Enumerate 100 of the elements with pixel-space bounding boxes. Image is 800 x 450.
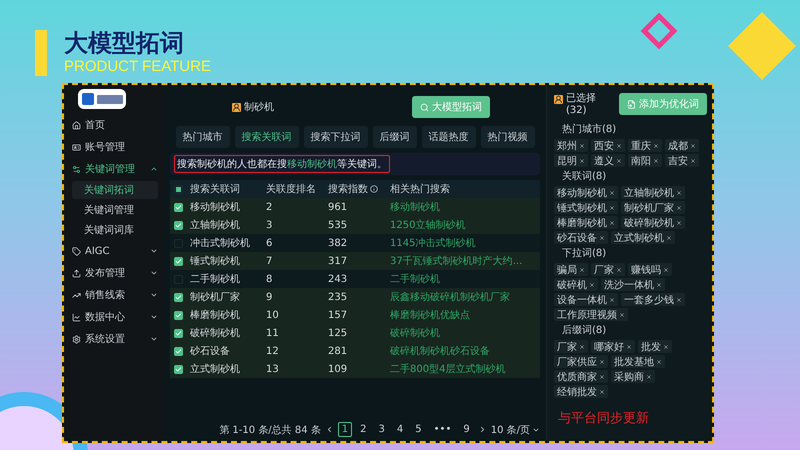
- close-icon[interactable]: [676, 296, 682, 302]
- chevron-down-icon: [150, 313, 158, 321]
- row-checkbox[interactable]: [174, 292, 183, 302]
- page-button[interactable]: 5: [411, 422, 426, 437]
- close-icon[interactable]: [663, 266, 669, 272]
- row-checkbox[interactable]: [174, 256, 183, 266]
- close-icon[interactable]: [579, 266, 585, 272]
- keyword-tag: 设备一体机: [554, 293, 618, 306]
- sidebar-item[interactable]: 关键词管理: [72, 159, 158, 179]
- close-icon[interactable]: [690, 158, 696, 164]
- keyword-tag: 砂石设备: [554, 231, 608, 244]
- page-button[interactable]: 4: [392, 422, 408, 437]
- close-icon[interactable]: [609, 204, 615, 210]
- sidebar-item[interactable]: 账号管理: [72, 137, 158, 157]
- row-checkbox[interactable]: [174, 328, 183, 338]
- diamond-outline: [640, 12, 678, 50]
- row-checkbox[interactable]: [174, 310, 183, 320]
- close-icon[interactable]: [690, 142, 696, 148]
- close-icon[interactable]: [653, 158, 659, 164]
- close-icon[interactable]: [616, 158, 622, 164]
- keyword-tag: 制砂机厂家: [621, 201, 685, 214]
- close-icon[interactable]: [579, 158, 585, 164]
- chevron-up-icon: [150, 165, 158, 173]
- sidebar-item[interactable]: 发布管理: [72, 263, 158, 283]
- close-icon[interactable]: [653, 142, 659, 148]
- sidebar-item[interactable]: 系统设置: [72, 329, 158, 349]
- row-checkbox[interactable]: [174, 202, 183, 212]
- page-button[interactable]: 3: [374, 422, 389, 437]
- page-size-select[interactable]: 10 条/页: [490, 422, 540, 436]
- keyword-tag: 破碎制砂机: [621, 216, 685, 229]
- close-icon[interactable]: [619, 312, 625, 318]
- close-icon[interactable]: [616, 266, 622, 272]
- tab[interactable]: 搜索下拉词: [304, 126, 368, 148]
- keyword-label: 制砂机: [232, 100, 274, 114]
- table-cell-text: 961: [328, 202, 348, 212]
- close-icon[interactable]: [579, 142, 585, 148]
- group-title: 关联词(8): [561, 170, 608, 183]
- sidebar-subitem[interactable]: 关键词管理: [72, 201, 158, 219]
- column-header: 搜索关联词: [190, 182, 241, 196]
- table-cell-text: 制砂机厂家: [190, 290, 241, 304]
- close-icon[interactable]: [599, 374, 605, 380]
- pagination-summary: 第 1-10 条/总共 84 条: [219, 424, 321, 436]
- page-button[interactable]: •••: [430, 422, 456, 437]
- keyword-tag: 厂家: [554, 340, 588, 353]
- close-icon[interactable]: [626, 344, 632, 350]
- keyword-tag: 批发: [638, 340, 672, 353]
- close-icon[interactable]: [616, 142, 622, 148]
- table-cell-text: 砂石设备: [190, 344, 231, 358]
- sidebar-item[interactable]: 首页: [72, 115, 158, 135]
- close-icon[interactable]: [609, 296, 615, 302]
- close-icon[interactable]: [579, 344, 585, 350]
- table-cell-text: 3: [266, 220, 274, 230]
- close-icon[interactable]: [663, 344, 669, 350]
- close-icon[interactable]: [676, 190, 682, 196]
- close-icon[interactable]: [609, 220, 615, 226]
- close-icon[interactable]: [656, 282, 662, 288]
- close-icon[interactable]: [609, 190, 615, 196]
- sidebar-item[interactable]: 数据中心: [72, 307, 158, 327]
- selection-title: 已选择: [554, 93, 596, 105]
- table-cell-text: 13: [266, 364, 280, 374]
- sidebar-item[interactable]: AIGC: [72, 241, 158, 261]
- close-icon[interactable]: [599, 388, 605, 394]
- trend-icon: [72, 290, 81, 300]
- table-cell-text: 辰鑫移动破碎机制砂机厂家: [390, 290, 511, 304]
- keyword-tag: 郑州: [554, 139, 588, 152]
- close-icon[interactable]: [599, 234, 605, 240]
- sidebar-subitem[interactable]: 关键词词库: [72, 221, 158, 239]
- table-cell-text: 8: [266, 274, 274, 284]
- sidebar-subitem[interactable]: 关键词拓词: [72, 181, 158, 199]
- close-icon[interactable]: [676, 204, 682, 210]
- tab[interactable]: 话题热度: [422, 126, 476, 148]
- page-button[interactable]: 2: [356, 422, 371, 437]
- tab[interactable]: 搜索关联词: [234, 126, 298, 148]
- keyword-tag: 西安: [591, 139, 625, 152]
- keyword-tag: 赚钱吗: [628, 263, 672, 276]
- close-icon[interactable]: [646, 374, 652, 380]
- page-button[interactable]: 1: [338, 422, 352, 437]
- close-icon[interactable]: [599, 358, 605, 364]
- close-icon[interactable]: [676, 220, 682, 226]
- table-cell-text: 9: [266, 292, 274, 302]
- tab[interactable]: 后缀词: [372, 126, 416, 148]
- close-icon[interactable]: [666, 234, 672, 240]
- upload-icon: [72, 268, 81, 278]
- keyword-tag: 立式制砂机: [611, 231, 675, 244]
- row-checkbox[interactable]: [174, 220, 183, 230]
- table-cell-text: 二手800型4层立式制砂机: [390, 362, 506, 376]
- table-cell-text: 移动制砂机: [190, 200, 241, 214]
- close-icon[interactable]: [589, 282, 595, 288]
- select-all-checkbox[interactable]: [174, 184, 183, 194]
- tab[interactable]: 热门城市: [176, 126, 230, 148]
- close-icon[interactable]: [656, 358, 662, 364]
- row-checkbox[interactable]: [174, 346, 183, 356]
- keyword-tag: 南阳: [628, 154, 662, 167]
- row-checkbox[interactable]: [174, 364, 183, 374]
- table-cell-text: 冲击式制砂机: [190, 236, 251, 250]
- page-button[interactable]: 9: [459, 422, 474, 437]
- tab[interactable]: 热门视频: [480, 126, 534, 148]
- table-cell-text: 1145冲击式制砂机: [390, 236, 476, 250]
- settings-icon: [72, 334, 81, 344]
- sidebar-item[interactable]: 销售线索: [72, 285, 158, 305]
